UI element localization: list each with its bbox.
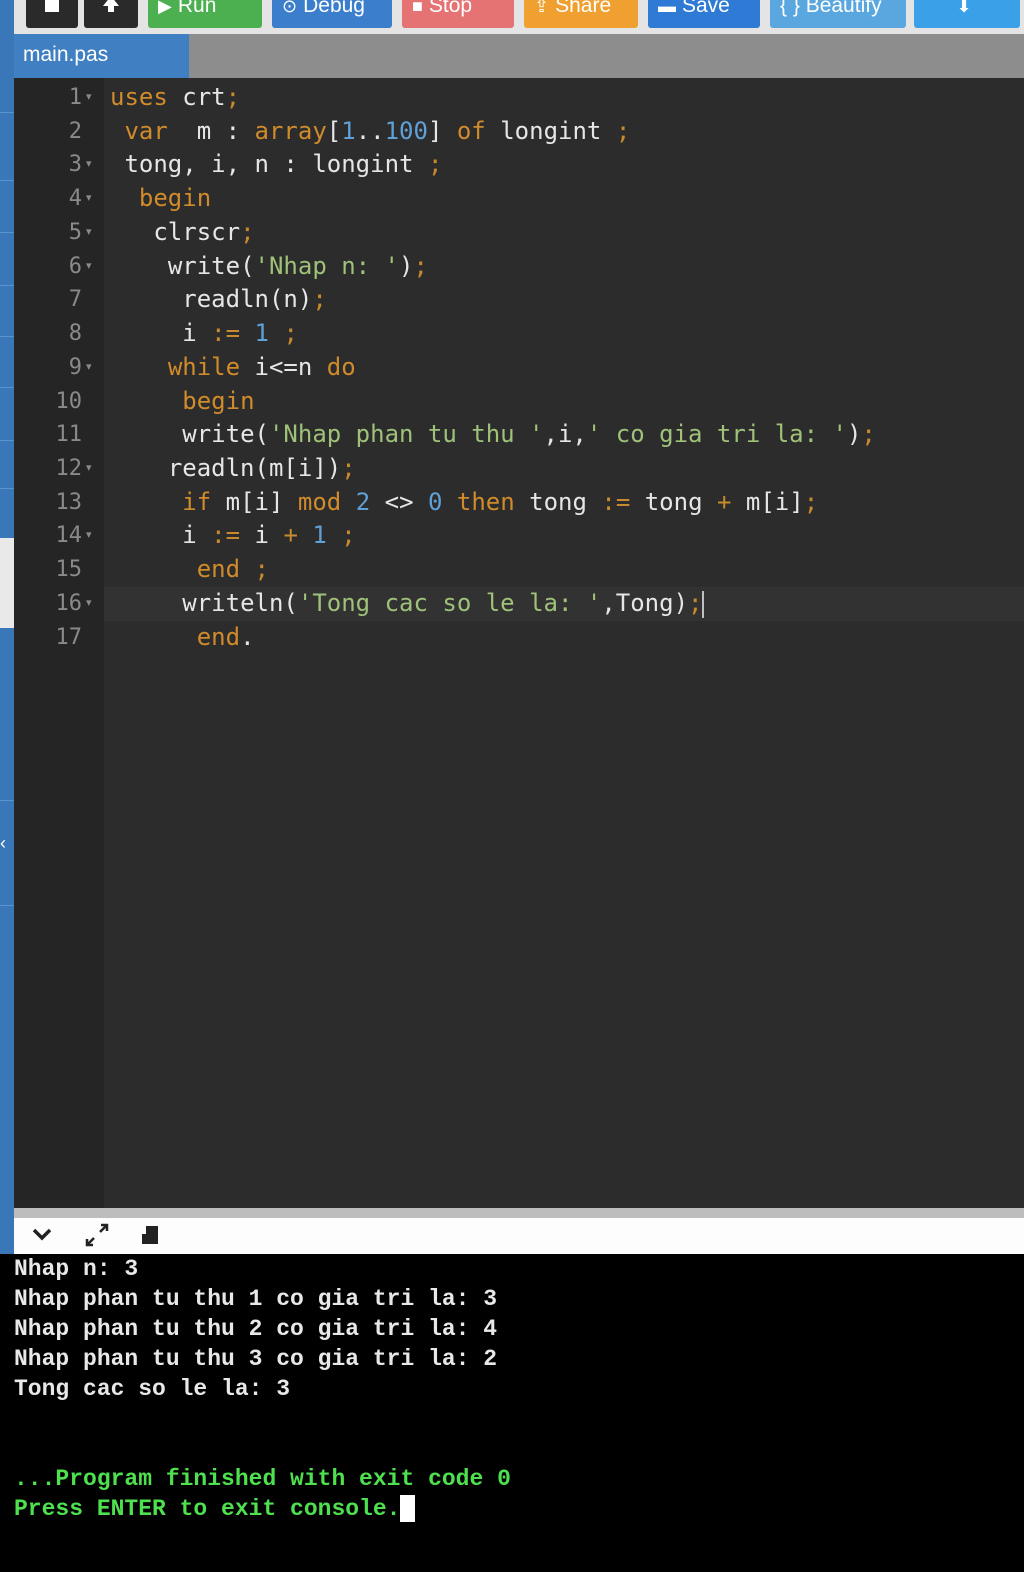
line-number: 17 xyxy=(55,625,83,650)
new-file-button[interactable] xyxy=(26,0,78,28)
save-button[interactable]: ▬ Save xyxy=(648,0,760,28)
fold-arrow-icon[interactable]: ▾ xyxy=(86,452,92,485)
toolbar: ▶ Run ⊙ Debug ■ Stop ⇪ Share ▬ Save { } Beaut… xyxy=(14,0,1024,34)
clear-console-icon[interactable] xyxy=(138,1222,164,1254)
upload-icon xyxy=(103,0,119,12)
fold-arrow-icon[interactable]: ▾ xyxy=(86,250,92,283)
fold-arrow-icon[interactable]: ▾ xyxy=(86,148,92,181)
line-number: 11 xyxy=(55,422,83,447)
fold-arrow-icon[interactable]: ▾ xyxy=(86,81,92,114)
line-number: 8 xyxy=(68,321,82,346)
download-button[interactable]: ⬇ xyxy=(914,0,1020,28)
fold-arrow-icon[interactable]: ▾ xyxy=(86,351,92,384)
line-number: 2 xyxy=(68,119,82,144)
share-button[interactable]: ⇪ Share xyxy=(524,0,638,28)
sidebar-collapse-icon[interactable]: ‹ xyxy=(0,830,14,856)
press-enter-line: Press ENTER to exit console. xyxy=(14,1494,416,1524)
save-icon: ▬ xyxy=(658,0,676,16)
line-number: 9 xyxy=(68,355,82,380)
code-editor[interactable]: 1 2 3 4 5 6 7 8 9 10 11 12 13 14 15 16 1… xyxy=(14,78,1024,1208)
download-icon: ⬇ xyxy=(956,0,972,16)
debug-button[interactable]: ⊙ Debug xyxy=(272,0,392,28)
code-line: writeln('Tong cac so le la: ',Tong); xyxy=(182,589,705,618)
code-line: begin xyxy=(182,387,255,415)
play-icon: ▶ xyxy=(158,0,172,16)
line-number: 3 xyxy=(68,152,82,177)
code-line: uses crt; xyxy=(110,83,241,111)
line-number: 1 xyxy=(68,85,82,110)
console-line: Nhap phan tu thu 2 co gia tri la: 4 xyxy=(14,1316,498,1342)
line-number-gutter: 1 2 3 4 5 6 7 8 9 10 11 12 13 14 15 16 1… xyxy=(14,78,104,1208)
code-line: begin xyxy=(138,184,212,212)
line-number: 14 xyxy=(55,523,83,548)
debug-icon: ⊙ xyxy=(282,0,298,16)
console-cursor xyxy=(400,1495,416,1523)
fold-arrow-icon[interactable]: ▾ xyxy=(86,216,92,249)
console-line: Tong cac so le la: 3 xyxy=(14,1376,291,1402)
code-line: clrscr; xyxy=(153,218,255,246)
line-number: 16 xyxy=(55,591,83,616)
code-line: tong, i, n : longint ; xyxy=(124,150,443,178)
line-number: 10 xyxy=(55,389,83,414)
code-line: write('Nhap phan tu thu ',i,' co gia tri… xyxy=(182,420,876,448)
file-icon xyxy=(45,0,59,12)
upload-button[interactable] xyxy=(84,0,138,28)
beautify-button[interactable]: { } Beautify xyxy=(770,0,906,28)
code-line: write('Nhap n: '); xyxy=(167,252,428,280)
line-number: 4 xyxy=(68,186,82,211)
tab-main-pas[interactable]: main.pas xyxy=(14,34,189,78)
text-caret xyxy=(702,590,705,618)
expand-icon[interactable] xyxy=(84,1222,110,1254)
code-line: readln(n); xyxy=(182,285,327,313)
code-line: end. xyxy=(196,623,255,651)
console-line: Nhap phan tu thu 1 co gia tri la: 3 xyxy=(14,1286,498,1312)
code-line: i := 1 ; xyxy=(182,319,298,347)
line-number: 5 xyxy=(68,220,82,245)
console-line: Nhap n: 3 xyxy=(14,1256,139,1282)
code-line: while i<=n do xyxy=(167,353,356,381)
console-output[interactable]: Nhap n: 3 Nhap phan tu thu 1 co gia tri … xyxy=(0,1254,1024,1572)
console-toolbar xyxy=(14,1218,1024,1254)
code-line: if m[i] mod 2 <> 0 then tong := tong + m… xyxy=(182,488,819,516)
code-line: end ; xyxy=(196,555,269,583)
share-icon: ⇪ xyxy=(534,0,550,16)
line-number: 15 xyxy=(55,557,83,582)
code-line: readln(m[i]); xyxy=(167,454,356,482)
exit-status-line: ...Program finished with exit code 0 xyxy=(14,1466,511,1492)
chevron-down-icon[interactable] xyxy=(30,1222,54,1252)
code-line: var m : array[1..100] of longint ; xyxy=(124,117,631,145)
line-number: 13 xyxy=(55,490,83,515)
fold-arrow-icon[interactable]: ▾ xyxy=(86,587,92,620)
fold-arrow-icon[interactable]: ▾ xyxy=(86,519,92,552)
line-number: 7 xyxy=(68,287,82,312)
stop-button[interactable]: ■ Stop xyxy=(402,0,514,28)
fold-arrow-icon[interactable]: ▾ xyxy=(86,182,92,215)
file-tab-bar: main.pas xyxy=(14,34,1024,78)
code-line: i := i + 1 ; xyxy=(182,521,356,549)
line-number: 12 xyxy=(55,456,83,481)
run-button[interactable]: ▶ Run xyxy=(148,0,262,28)
console-resize-divider[interactable] xyxy=(14,1208,1024,1218)
stop-icon: ■ xyxy=(412,0,423,16)
console-line: Nhap phan tu thu 3 co gia tri la: 2 xyxy=(14,1346,498,1372)
line-number: 6 xyxy=(68,254,82,279)
